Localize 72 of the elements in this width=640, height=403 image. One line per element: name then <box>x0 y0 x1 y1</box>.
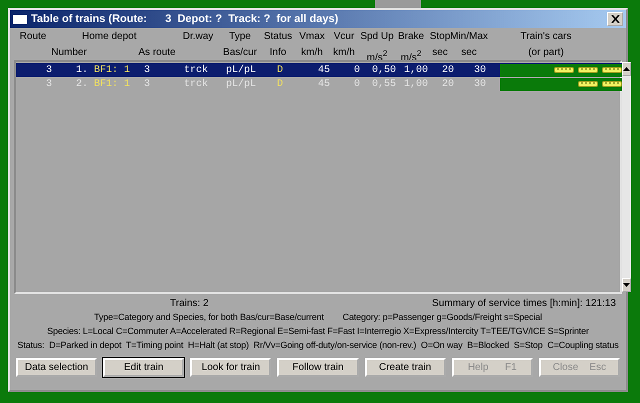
scroll-down-button[interactable] <box>622 278 631 292</box>
table-cell-text: pL/pL <box>225 78 258 90</box>
table-cell-text: 3 <box>143 64 152 76</box>
window-icon <box>13 14 27 24</box>
column-header: As route <box>138 46 176 60</box>
table-cell-text: 45 <box>316 64 330 76</box>
column-header: sec <box>432 46 448 60</box>
table-cell-text: D <box>276 78 284 90</box>
table-cell-text: 1. <box>74 64 88 76</box>
table-cell-text: 30 <box>472 64 486 76</box>
dialog-button[interactable]: Edit train <box>103 358 184 377</box>
column-header: Type <box>229 30 251 44</box>
column-header: Home depot <box>82 30 136 44</box>
column-header: Route <box>20 30 46 44</box>
column-header: Status <box>264 30 292 44</box>
table-cell-text: 1,00 <box>402 64 428 76</box>
table-cell-text: 2. <box>74 78 88 90</box>
up-arrow-icon <box>623 67 630 71</box>
table-cell-text: 3 <box>44 78 52 90</box>
legend-text: Type=Category and Species, for both Bas/cur=Base/current Category: p=Passenger g=Goods/Freight s=Special <box>94 311 542 324</box>
table-cell-text: BF1: 1 <box>93 78 132 90</box>
table-cell-text: trck <box>183 78 210 90</box>
coach-icon <box>554 66 574 74</box>
close-icon <box>610 15 620 23</box>
column-header: Vmax <box>299 30 325 44</box>
close-button[interactable] <box>607 12 623 26</box>
coach-icon <box>602 66 622 74</box>
column-header: (or part) <box>528 46 564 60</box>
down-arrow-icon <box>623 283 630 287</box>
table-cell-text: 30 <box>472 78 486 90</box>
dialog-button[interactable]: Follow train <box>277 358 359 377</box>
table-cell-text: D <box>276 64 284 76</box>
legend-text: Species: L=Local C=Commuter A=Accelerated R=Regional E=Semi-fast F=Fast I=Interregio X=Express/Intercity T=TEE/TGV/ICE S=Sprinter <box>47 325 589 338</box>
column-header: km/h <box>333 46 355 60</box>
scroll-up-button[interactable] <box>622 62 631 76</box>
dialog-button[interactable]: Look for train <box>190 358 272 377</box>
table-cell-text: 3 <box>143 78 152 90</box>
coach-icon <box>602 80 622 88</box>
table-cell-text: BF1: 1 <box>93 64 132 76</box>
legend-text: Status: D=Parked in depot T=Timing point H=Halt (at stop) Rr/Vv=Going off-duty/on-service (non-rev.) O=On way B=Blocked S=Stop C=Coupling status <box>17 339 619 352</box>
table-cell-text: 20 <box>440 64 454 76</box>
column-header: Spd Up <box>360 30 394 44</box>
column-header: Vcur <box>334 30 354 44</box>
column-header: sec <box>461 46 477 60</box>
scrollbar[interactable] <box>622 62 631 292</box>
coach-icon <box>578 80 598 88</box>
column-header: Bas/cur <box>223 46 257 60</box>
trains-count: Trains: 2 <box>170 297 209 310</box>
column-header: Stop <box>430 30 450 44</box>
service-summary: Summary of service times [h:min]: 121:13 <box>432 297 616 310</box>
table-cell-text: 0 <box>352 78 360 90</box>
train-row[interactable]: 3 1. BF1: 1 3 trck pL/pL D 45 0 0,50 1,00 20 30 <box>16 63 622 77</box>
table-cell-text: 3 <box>44 64 52 76</box>
window-title: Table of trains (Route: 3 Depot: ? Track: ? for all days) <box>31 13 340 25</box>
table-cell-text: 0,55 <box>370 78 396 90</box>
column-header: Info <box>270 46 286 60</box>
table-cell-text: 45 <box>316 78 330 90</box>
column-header: Number <box>51 46 87 60</box>
column-header: Dr.way <box>182 30 214 44</box>
table-cell-text: 20 <box>440 78 454 90</box>
dialog-button[interactable]: Create train <box>364 358 446 377</box>
column-header: Brake <box>398 30 424 44</box>
column-header: Min/Max <box>450 30 488 44</box>
dialog-button[interactable]: Data selection <box>16 358 98 377</box>
table-cell-text: 0 <box>352 64 360 76</box>
column-header: km/h <box>301 46 323 60</box>
table-cell-text: pL/pL <box>225 64 258 76</box>
column-header: Train's cars <box>520 30 572 44</box>
table-cell-text: 1,00 <box>402 78 428 90</box>
table-cell-text: trck <box>183 64 210 76</box>
coach-icon <box>578 66 598 74</box>
table-cell-text: 0,50 <box>370 64 396 76</box>
